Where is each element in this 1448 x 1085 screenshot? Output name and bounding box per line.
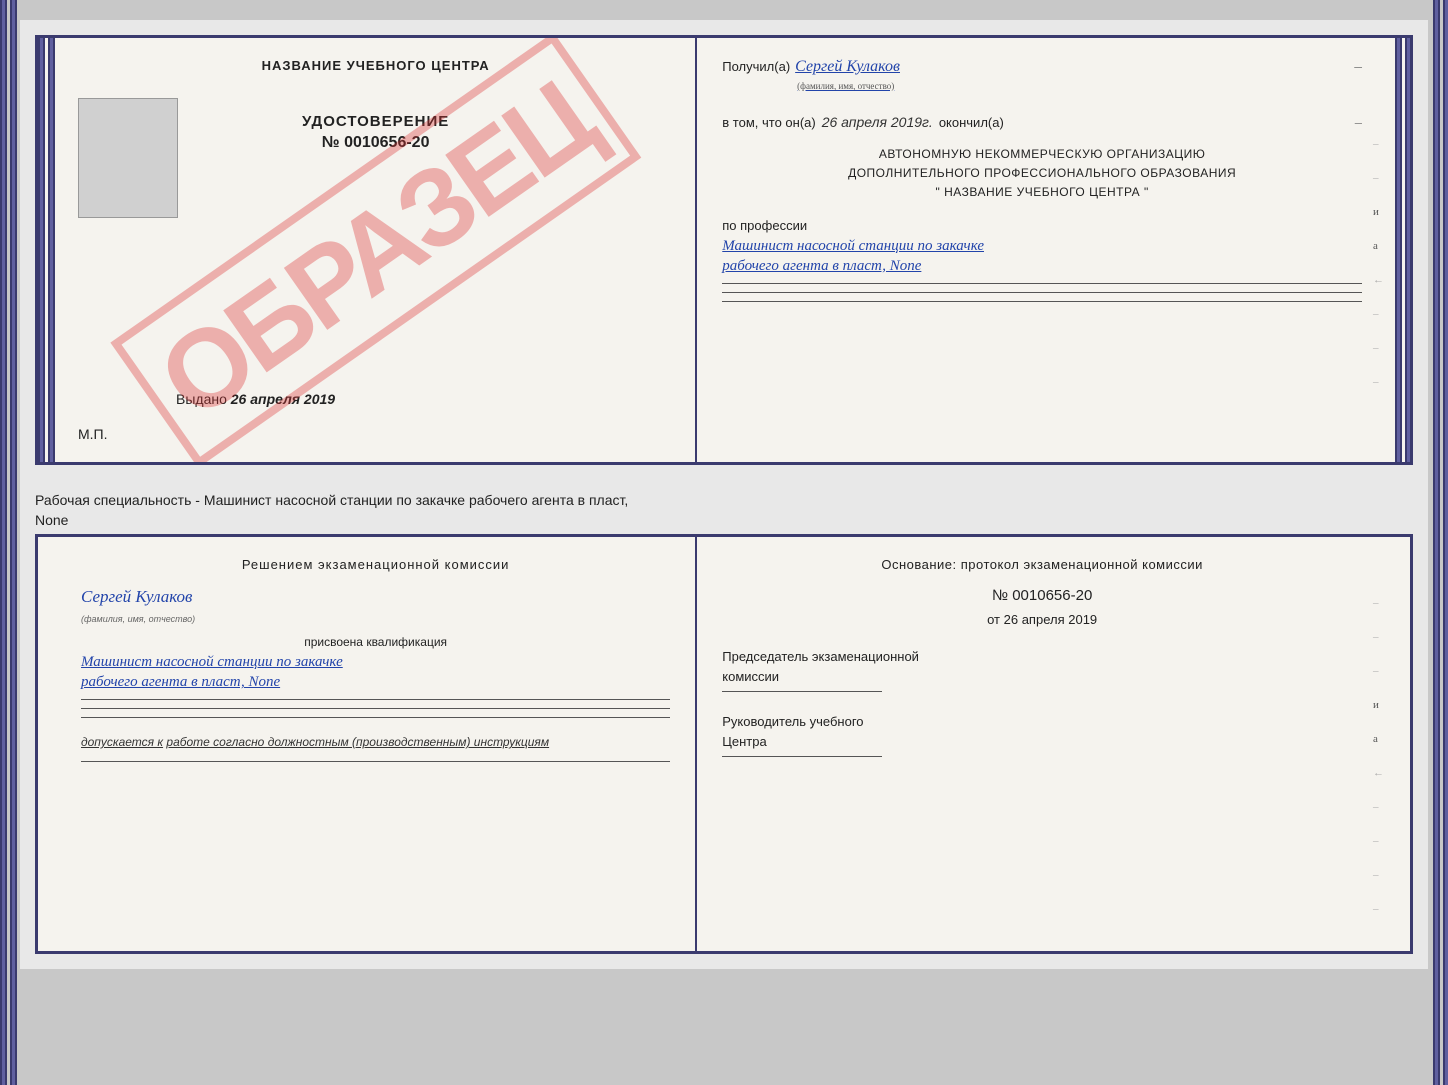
predsedatel-block: Председатель экзаменационной комиссии [722,647,1362,692]
po-professii: по профессии [722,218,1362,233]
osnovanie-title: Основание: протокол экзаменационной коми… [722,557,1362,572]
bottom-right-panel: – – – и а ← – – – – Основание: протокол … [697,537,1392,951]
org-line3: " НАЗВАНИЕ УЧЕБНОГО ЦЕНТРА " [722,183,1362,202]
poluchil-name-text: Сергей Кулаков [795,58,900,75]
underline2 [722,292,1362,293]
rukovoditel-line1: Руководитель учебного [722,712,1362,732]
bl-underline1 [81,699,670,700]
prof-line1-top: Машинист насосной станции по закачке [722,238,1362,255]
poluchil-line: Получил(а) Сергей Кулаков (фамилия, имя,… [722,58,1362,94]
bl-underline2 [81,708,670,709]
spine-right-top [1392,38,1410,462]
spine-left-bottom [0,0,18,1085]
dopuskaetsya-label: допускается к [81,735,163,749]
predsedatel-line1: Председатель экзаменационной [722,647,1362,667]
rukovoditel-line2: Центра [722,732,1362,752]
vydano-line: Выдано 26 апреля 2019 [176,391,335,407]
br-right-dashes: – – – и а ← – – – – [1373,597,1384,915]
separator-line2: None [35,512,68,528]
separator-text: Рабочая специальность - Машинист насосно… [35,483,1413,534]
prof-line2-top: рабочего агента в пласт, None [722,258,1362,275]
bl-underline3 [81,717,670,718]
vtom-line: в том, что он(а) 26 апреля 2019г. окончи… [722,114,1362,130]
vydano-label: Выдано [176,391,227,407]
separator-line1: Рабочая специальность - Машинист насосно… [35,492,628,508]
top-center-title: НАЗВАНИЕ УЧЕБНОГО ЦЕНТРА [81,58,670,73]
bl-prof-line1: Машинист насосной станции по закачке [81,654,670,671]
vtom-okonchill: окончил(а) [939,115,1004,130]
protocol-date: от 26 апреля 2019 [722,612,1362,627]
rukovoditel-block: Руководитель учебного Центра [722,712,1362,757]
right-side-dashes: – – и а ← – – – [1373,138,1384,388]
mp-label: М.П. [78,426,108,442]
poluchil-label: Получил(а) [722,59,790,74]
org-line1: АВТОНОМНУЮ НЕКОММЕРЧЕСКУЮ ОРГАНИЗАЦИЮ [722,145,1362,164]
top-doc-inner: НАЗВАНИЕ УЧЕБНОГО ЦЕНТРА ОБРАЗЕЦ УДОСТОВ… [56,38,1392,462]
vtom-date: 26 апреля 2019г. [822,114,933,130]
underline3 [722,301,1362,302]
bl-name-text: Сергей Кулаков [81,587,192,606]
page-wrapper: НАЗВАНИЕ УЧЕБНОГО ЦЕНТРА ОБРАЗЕЦ УДОСТОВ… [20,20,1428,969]
bl-name: Сергей Кулаков (фамилия, имя, отчество) [81,587,670,627]
spine-left [38,38,56,462]
protocol-date-value: 26 апреля 2019 [1004,612,1098,627]
bl-underline4 [81,761,670,762]
bottom-left-panel: Решением экзаменационной комиссии Сергей… [56,537,697,951]
vydano-date: 26 апреля 2019 [231,391,335,407]
dopuskaetsya-work: работе согласно должностным (производств… [166,735,549,749]
predsedatel-sig-line [722,691,882,692]
bottom-document: Решением экзаменационной комиссии Сергей… [35,534,1413,954]
ot-label: от [987,612,1000,627]
prisvoena: присвоена квалификация [81,635,670,649]
underline1 [722,283,1362,284]
poluchil-name: Сергей Кулаков (фамилия, имя, отчество) [795,58,900,94]
dash1: – [1354,58,1362,74]
poluchil-subtitle: (фамилия, имя, отчество) [797,81,894,91]
protocol-number: № 0010656-20 [722,587,1362,604]
spine-right-bottom [1430,0,1448,1085]
dopuskaetsya: допускается к работе согласно должностны… [81,733,670,751]
top-right-panel: Получил(а) Сергей Кулаков (фамилия, имя,… [697,38,1392,462]
vtom-label: в том, что он(а) [722,115,815,130]
photo-placeholder [78,98,178,218]
top-document: НАЗВАНИЕ УЧЕБНОГО ЦЕНТРА ОБРАЗЕЦ УДОСТОВ… [35,35,1413,465]
top-left-panel: НАЗВАНИЕ УЧЕБНОГО ЦЕНТРА ОБРАЗЕЦ УДОСТОВ… [56,38,697,462]
org-block: АВТОНОМНУЮ НЕКОММЕРЧЕСКУЮ ОРГАНИЗАЦИЮ ДО… [722,145,1362,203]
bottom-doc-inner: Решением экзаменационной комиссии Сергей… [56,537,1392,951]
org-line2: ДОПОЛНИТЕЛЬНОГО ПРОФЕССИОНАЛЬНОГО ОБРАЗО… [722,164,1362,183]
komissii-line: комиссии [722,667,1362,687]
dash2: – [1355,115,1362,130]
bl-prof-line2: рабочего агента в пласт, None [81,674,670,691]
rukovoditel-sig-line [722,756,882,757]
resheniem-title: Решением экзаменационной комиссии [81,557,670,572]
bl-name-subtitle: (фамилия, имя, отчество) [81,614,195,624]
